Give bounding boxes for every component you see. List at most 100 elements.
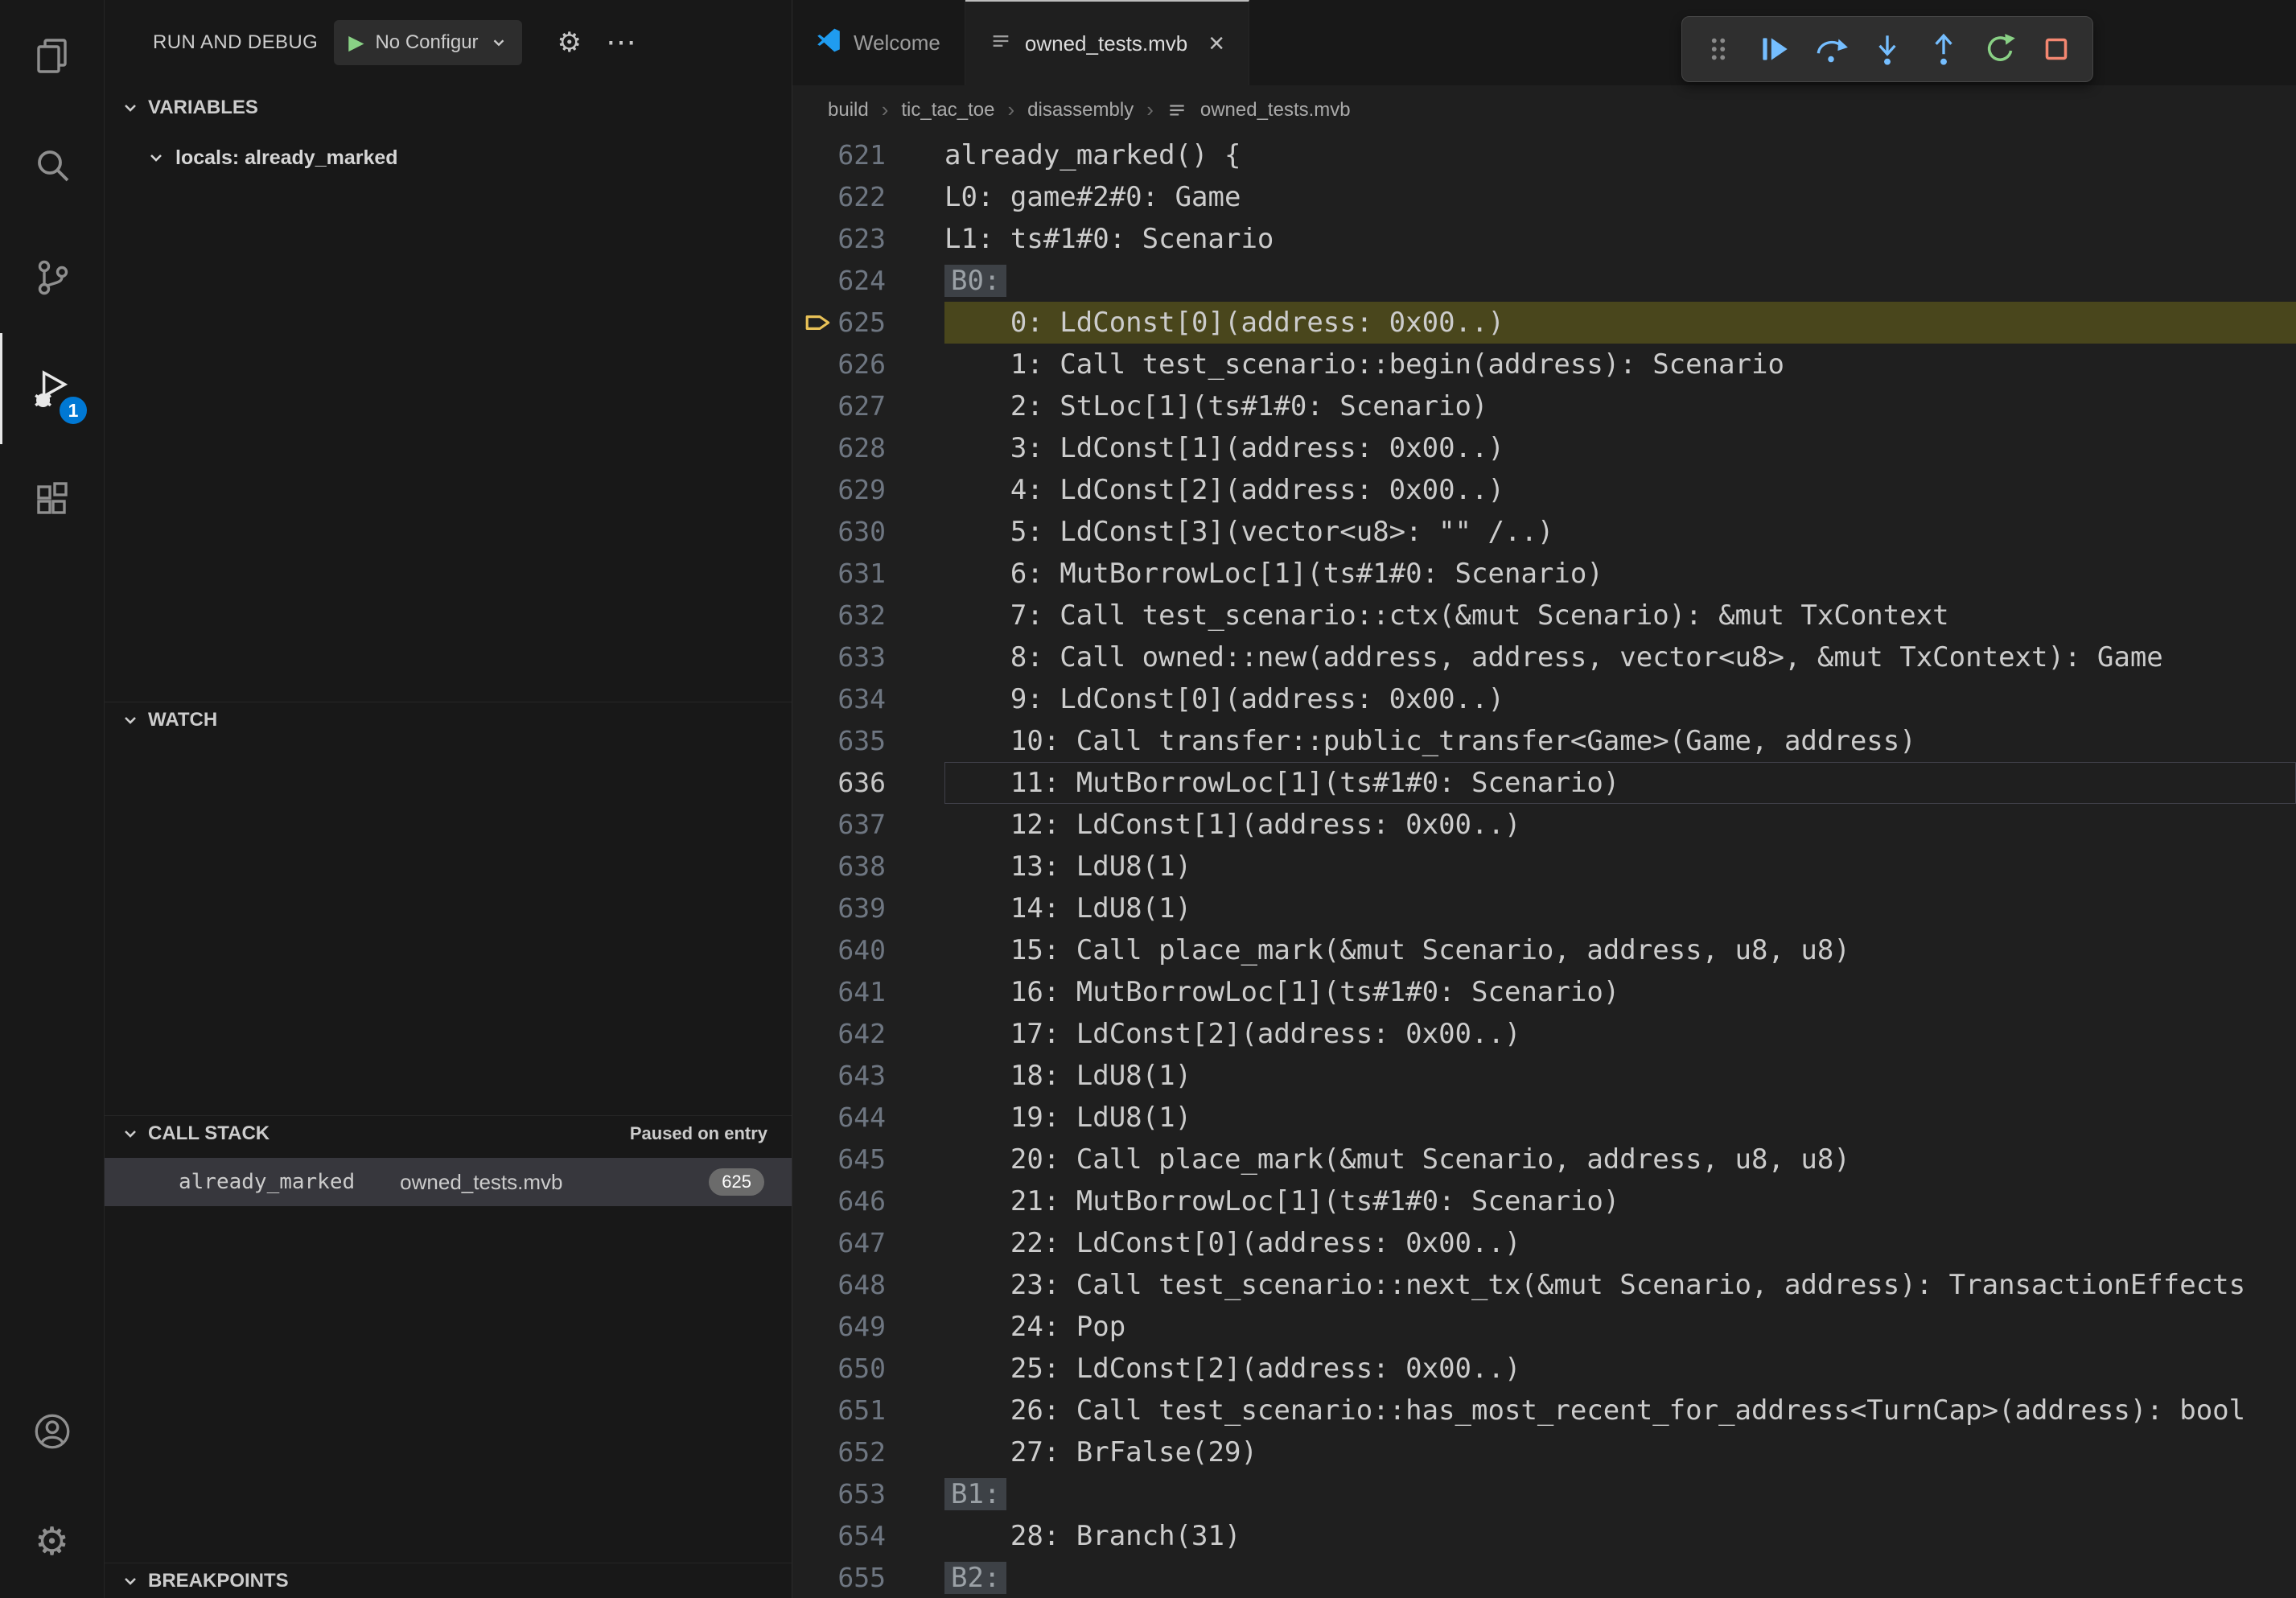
breakpoints-section-header[interactable]: BREAKPOINTS — [105, 1563, 792, 1598]
tab-owned-tests-mvb[interactable]: owned_tests.mvb × — [965, 0, 1249, 85]
line-gutter[interactable]: 645 — [792, 1139, 944, 1180]
line-gutter[interactable]: 637 — [792, 804, 944, 846]
sidebar-item-source-control[interactable] — [0, 222, 104, 333]
code-line-635[interactable]: 635 10: Call transfer::public_transfer<G… — [792, 720, 2296, 762]
line-gutter[interactable]: 647 — [792, 1222, 944, 1264]
code-line-638[interactable]: 638 13: LdU8(1) — [792, 846, 2296, 888]
code-line-652[interactable]: 652 27: BrFalse(29) — [792, 1431, 2296, 1473]
code-line-650[interactable]: 650 25: LdConst[2](address: 0x00..) — [792, 1348, 2296, 1390]
breadcrumb-item[interactable]: build — [828, 99, 869, 121]
line-gutter[interactable]: 624 — [792, 260, 944, 302]
sidebar-item-run-and-debug[interactable]: 1 — [0, 333, 104, 444]
line-gutter[interactable]: 643 — [792, 1055, 944, 1097]
close-tab-icon[interactable]: × — [1208, 30, 1224, 57]
sidebar-item-explorer[interactable] — [0, 0, 104, 111]
line-gutter[interactable]: 626 — [792, 344, 944, 385]
code-line-647[interactable]: 647 22: LdConst[0](address: 0x00..) — [792, 1222, 2296, 1264]
toolbar-drag-handle[interactable] — [1692, 21, 1745, 77]
settings-button[interactable]: ⚙ — [0, 1487, 104, 1598]
code-line-636[interactable]: 636 11: MutBorrowLoc[1](ts#1#0: Scenario… — [792, 762, 2296, 804]
line-gutter[interactable]: 633 — [792, 636, 944, 678]
line-gutter[interactable]: 623 — [792, 218, 944, 260]
sidebar-item-search[interactable] — [0, 111, 104, 222]
code-line-645[interactable]: 645 20: Call place_mark(&mut Scenario, a… — [792, 1139, 2296, 1180]
variables-scope-locals[interactable]: locals: already_marked — [105, 137, 792, 179]
more-actions-icon[interactable]: ⋯ — [606, 27, 638, 58]
line-gutter[interactable]: 630 — [792, 511, 944, 553]
code-line-655[interactable]: 655B2: — [792, 1557, 2296, 1598]
line-gutter[interactable]: 636 — [792, 762, 944, 804]
debug-step-out-icon[interactable] — [1917, 21, 1970, 77]
code-line-643[interactable]: 643 18: LdU8(1) — [792, 1055, 2296, 1097]
debug-stop-icon[interactable] — [2030, 21, 2083, 77]
code-line-639[interactable]: 639 14: LdU8(1) — [792, 888, 2296, 929]
code-line-630[interactable]: 630 5: LdConst[3](vector<u8>: "" /..) — [792, 511, 2296, 553]
line-gutter[interactable]: 622 — [792, 176, 944, 218]
line-gutter[interactable]: 653 — [792, 1473, 944, 1515]
code-line-625[interactable]: 625 0: LdConst[0](address: 0x00..) — [792, 302, 2296, 344]
code-line-623[interactable]: 623L1: ts#1#0: Scenario — [792, 218, 2296, 260]
watch-section-header[interactable]: WATCH — [105, 702, 792, 738]
code-line-624[interactable]: 624B0: — [792, 260, 2296, 302]
call-stack-section-header[interactable]: CALL STACK Paused on entry — [105, 1116, 792, 1151]
line-gutter[interactable]: 639 — [792, 888, 944, 929]
line-gutter[interactable]: 631 — [792, 553, 944, 595]
code-line-631[interactable]: 631 6: MutBorrowLoc[1](ts#1#0: Scenario) — [792, 553, 2296, 595]
code-line-641[interactable]: 641 16: MutBorrowLoc[1](ts#1#0: Scenario… — [792, 971, 2296, 1013]
line-gutter[interactable]: 652 — [792, 1431, 944, 1473]
code-line-634[interactable]: 634 9: LdConst[0](address: 0x00..) — [792, 678, 2296, 720]
debug-step-over-icon[interactable] — [1804, 21, 1858, 77]
code-line-622[interactable]: 622L0: game#2#0: Game — [792, 176, 2296, 218]
code-line-648[interactable]: 648 23: Call test_scenario::next_tx(&mut… — [792, 1264, 2296, 1306]
code-line-627[interactable]: 627 2: StLoc[1](ts#1#0: Scenario) — [792, 385, 2296, 427]
breadcrumb-item[interactable]: tic_tac_toe — [901, 99, 994, 121]
line-gutter[interactable]: 635 — [792, 720, 944, 762]
code-line-637[interactable]: 637 12: LdConst[1](address: 0x00..) — [792, 804, 2296, 846]
code-line-621[interactable]: 621already_marked() { — [792, 134, 2296, 176]
debug-continue-icon[interactable] — [1748, 21, 1801, 77]
line-gutter[interactable]: 648 — [792, 1264, 944, 1306]
line-gutter[interactable]: 634 — [792, 678, 944, 720]
line-gutter[interactable]: 651 — [792, 1390, 944, 1431]
line-gutter[interactable]: 625 — [792, 302, 944, 344]
code-line-651[interactable]: 651 26: Call test_scenario::has_most_rec… — [792, 1390, 2296, 1431]
code-line-628[interactable]: 628 3: LdConst[1](address: 0x00..) — [792, 427, 2296, 469]
code-area[interactable]: 621already_marked() {622L0: game#2#0: Ga… — [792, 134, 2296, 1598]
line-gutter[interactable]: 642 — [792, 1013, 944, 1055]
code-line-640[interactable]: 640 15: Call place_mark(&mut Scenario, a… — [792, 929, 2296, 971]
code-line-644[interactable]: 644 19: LdU8(1) — [792, 1097, 2296, 1139]
code-line-632[interactable]: 632 7: Call test_scenario::ctx(&mut Scen… — [792, 595, 2296, 636]
line-gutter[interactable]: 638 — [792, 846, 944, 888]
call-stack-frame[interactable]: already_markedowned_tests.mvb625 — [105, 1158, 792, 1206]
line-gutter[interactable]: 629 — [792, 469, 944, 511]
code-line-626[interactable]: 626 1: Call test_scenario::begin(address… — [792, 344, 2296, 385]
line-gutter[interactable]: 640 — [792, 929, 944, 971]
code-line-642[interactable]: 642 17: LdConst[2](address: 0x00..) — [792, 1013, 2296, 1055]
code-line-633[interactable]: 633 8: Call owned::new(address, address,… — [792, 636, 2296, 678]
line-gutter[interactable]: 650 — [792, 1348, 944, 1390]
debug-configuration-picker[interactable]: ▶ No Configur — [334, 20, 521, 65]
line-gutter[interactable]: 621 — [792, 134, 944, 176]
code-line-646[interactable]: 646 21: MutBorrowLoc[1](ts#1#0: Scenario… — [792, 1180, 2296, 1222]
line-gutter[interactable]: 649 — [792, 1306, 944, 1348]
debug-settings-gear-icon[interactable]: ⚙ — [558, 29, 582, 56]
code-line-654[interactable]: 654 28: Branch(31) — [792, 1515, 2296, 1557]
debug-step-into-icon[interactable] — [1861, 21, 1914, 77]
variables-section-header[interactable]: VARIABLES — [105, 90, 792, 126]
breadcrumb-item[interactable]: disassembly — [1027, 99, 1134, 121]
line-gutter[interactable]: 644 — [792, 1097, 944, 1139]
line-gutter[interactable]: 641 — [792, 971, 944, 1013]
line-gutter[interactable]: 655 — [792, 1557, 944, 1598]
line-gutter[interactable]: 632 — [792, 595, 944, 636]
code-line-649[interactable]: 649 24: Pop — [792, 1306, 2296, 1348]
breadcrumb-item[interactable]: owned_tests.mvb — [1200, 99, 1351, 121]
line-gutter[interactable]: 654 — [792, 1515, 944, 1557]
code-line-629[interactable]: 629 4: LdConst[2](address: 0x00..) — [792, 469, 2296, 511]
line-gutter[interactable]: 628 — [792, 427, 944, 469]
debug-restart-icon[interactable] — [1973, 21, 2026, 77]
tab-welcome[interactable]: Welcome — [792, 0, 965, 85]
sidebar-item-extensions[interactable] — [0, 444, 104, 555]
code-line-653[interactable]: 653B1: — [792, 1473, 2296, 1515]
line-gutter[interactable]: 646 — [792, 1180, 944, 1222]
line-gutter[interactable]: 627 — [792, 385, 944, 427]
